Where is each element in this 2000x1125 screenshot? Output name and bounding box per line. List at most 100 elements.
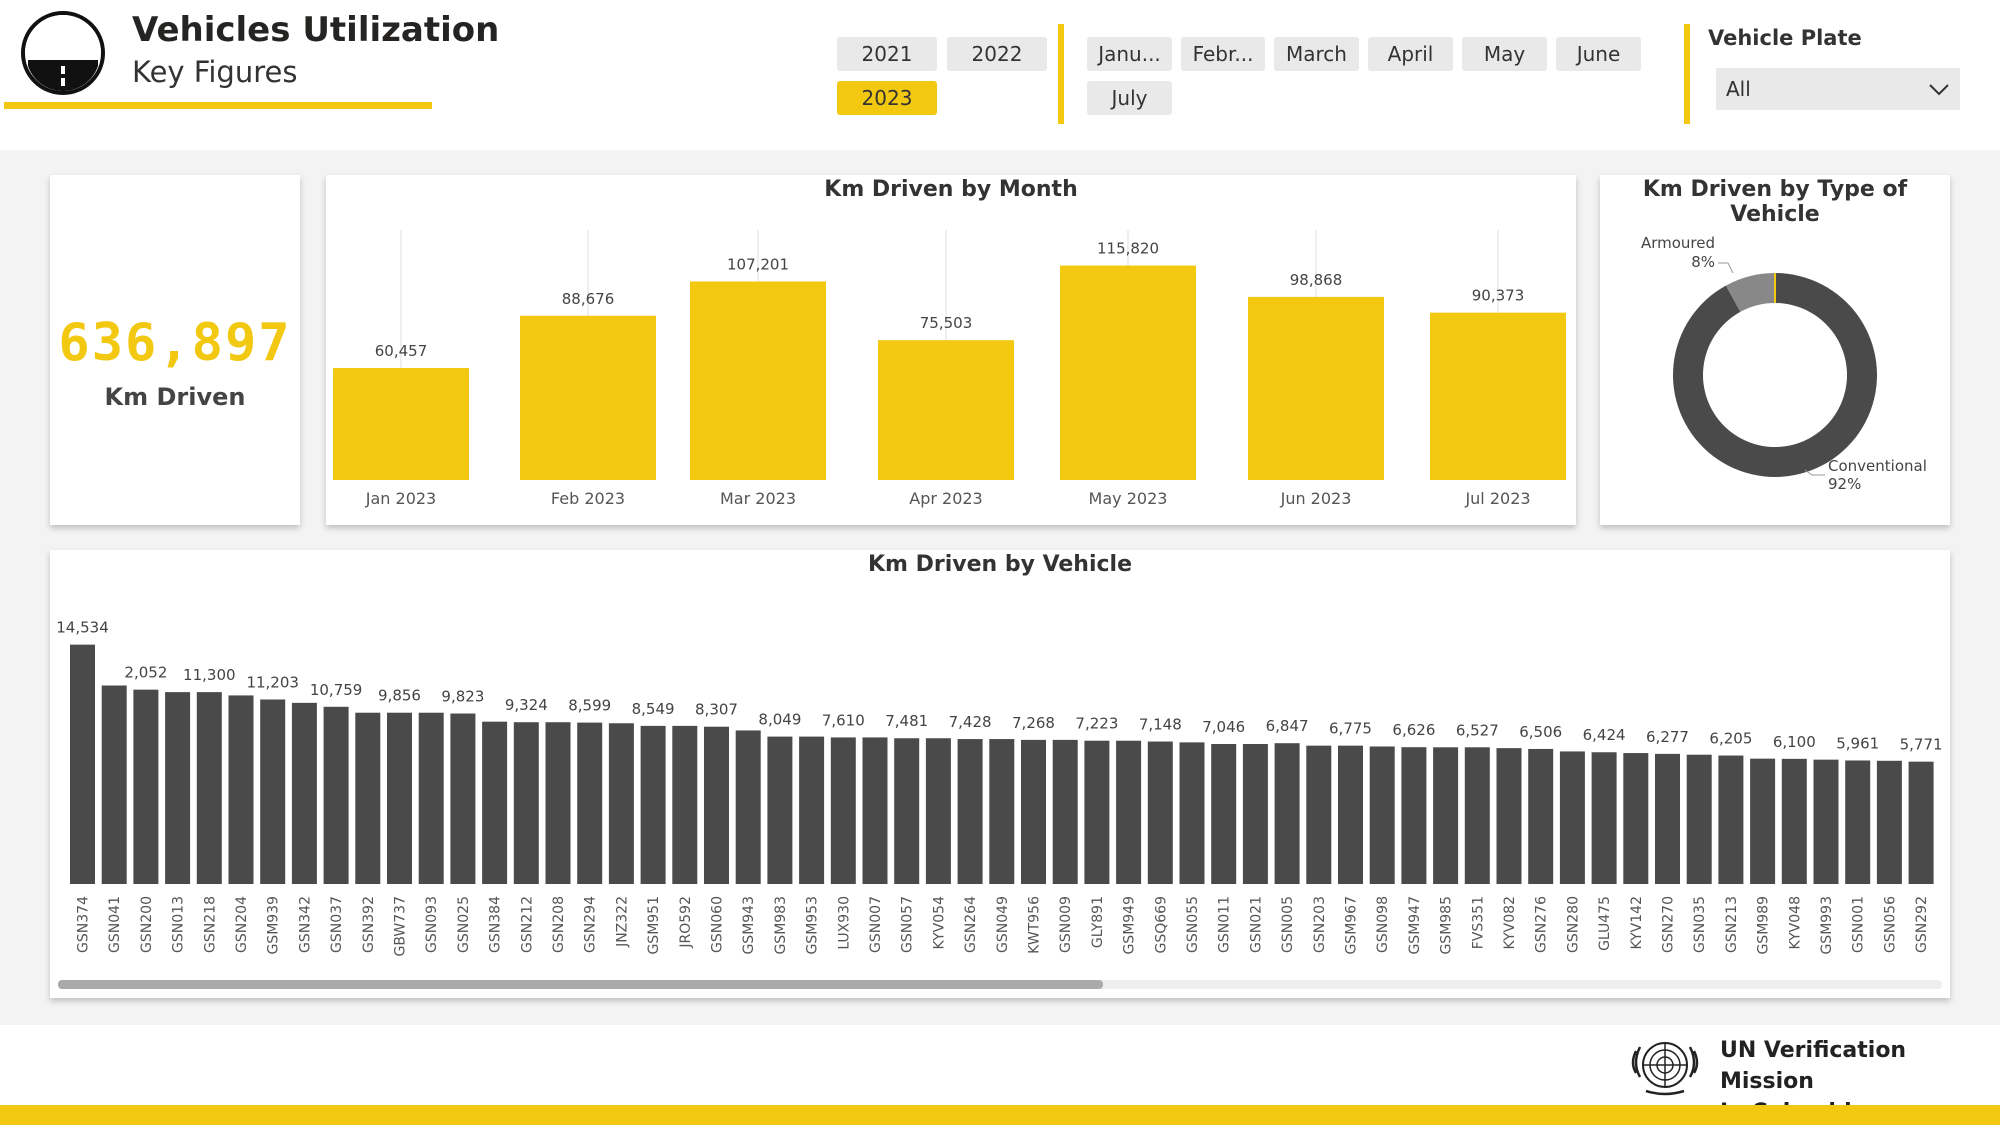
vehicle-bar <box>1306 745 1332 884</box>
vehicle-bar <box>355 712 381 884</box>
month-category-label: Jul 2023 <box>1464 489 1530 508</box>
month-bar-value-label: 107,201 <box>727 255 789 273</box>
month-bar-chart: 60,457 Jan 2023 88,676 Feb 2023 107,201 Mar 2… <box>333 230 1566 508</box>
vehicle-bar <box>418 712 444 884</box>
vehicle-chart-title: Km Driven by Vehicle <box>867 552 1133 577</box>
vehicle-bar <box>1433 747 1459 884</box>
vehicle-bar-value-label: 7,148 <box>1139 716 1182 734</box>
vehicle-bar-value-label: 7,046 <box>1202 718 1245 736</box>
vehicle-category-label: GSM953 <box>805 896 821 955</box>
vehicle-bar-value-label: 7,268 <box>1012 714 1055 732</box>
year-button-2021[interactable]: 2021 <box>837 37 937 71</box>
month-button-may[interactable]: May <box>1462 37 1547 71</box>
vehicle-bar-value-label: 14,534 <box>56 619 109 637</box>
vehicle-bar <box>1464 747 1490 884</box>
vehicle-plate-dropdown[interactable]: All <box>1716 68 1960 110</box>
vehicle-bar-value-label: 6,847 <box>1266 717 1309 735</box>
vehicle-category-label: GSN264 <box>963 896 979 953</box>
vehicle-category-label: GSM967 <box>1344 896 1360 955</box>
month-button-june[interactable]: June <box>1556 37 1641 71</box>
vehicle-category-label: GSM947 <box>1407 896 1423 955</box>
vehicle-bar-value-label: 6,506 <box>1519 723 1562 741</box>
header: Vehicles Utilization Key Figures 2021 20… <box>0 0 2000 150</box>
chevron-down-icon <box>1929 84 1949 96</box>
donut-label-name: Conventional <box>1828 457 1927 475</box>
vehicle-bar <box>1781 758 1807 884</box>
month-bar <box>690 281 826 480</box>
vehicle-category-label: GSN292 <box>1914 896 1930 953</box>
vehicle-bar <box>925 738 951 884</box>
vehicle-bar-value-label: 6,527 <box>1456 721 1499 739</box>
vehicle-bar <box>1813 759 1839 884</box>
vehicle-bar <box>704 726 729 884</box>
month-bar <box>878 340 1014 480</box>
month-button-february[interactable]: Febr... <box>1181 37 1265 71</box>
vehicle-chart-card: Km Driven by Vehicle GSN374 14,534 GSN041 G… <box>50 550 1950 998</box>
vehicle-category-label: GSN374 <box>76 896 92 953</box>
month-button-april[interactable]: April <box>1368 37 1453 71</box>
month-bar <box>1248 296 1384 480</box>
vehicle-bar <box>482 721 508 884</box>
vehicle-category-label: KYV082 <box>1502 896 1518 950</box>
month-button-january[interactable]: Janu... <box>1087 37 1172 71</box>
month-bar-value-label: 60,457 <box>375 342 428 360</box>
vehicle-bar-value-label: 6,205 <box>1709 730 1752 748</box>
vehicle-category-label: KWT956 <box>1027 896 1043 954</box>
vehicle-bar <box>1147 741 1173 884</box>
year-button-2023[interactable]: 2023 <box>837 81 937 115</box>
vehicle-bar <box>1876 760 1902 884</box>
vehicle-bar-value-label: 8,049 <box>758 711 801 729</box>
kpi-card: 636,897 Km Driven <box>50 175 300 525</box>
month-button-july[interactable]: July <box>1087 81 1172 115</box>
vehicle-bar <box>450 713 476 884</box>
vehicle-bar <box>672 725 698 884</box>
month-bar <box>1060 265 1196 480</box>
vehicle-category-label: GSM939 <box>266 896 282 955</box>
donut-slice <box>1673 273 1877 478</box>
plate-divider <box>1684 24 1690 124</box>
vehicle-bar-value-label: 5,771 <box>1900 736 1943 754</box>
slicer-divider <box>1058 24 1064 124</box>
vehicle-category-label: GSN057 <box>900 896 916 953</box>
month-category-label: Mar 2023 <box>720 489 796 508</box>
vehicle-category-label: GSN021 <box>1248 896 1264 953</box>
month-bar-value-label: 98,868 <box>1290 271 1343 289</box>
vehicle-bar-value-label: 9,856 <box>378 687 421 705</box>
horizontal-scrollbar-thumb[interactable] <box>58 980 1103 989</box>
vehicle-bar-value-label: 9,324 <box>505 696 548 714</box>
vehicle-bar <box>1369 746 1395 884</box>
vehicle-category-label: GSM993 <box>1819 896 1835 955</box>
vehicle-category-label: GSM985 <box>1439 896 1455 955</box>
month-button-march[interactable]: March <box>1274 37 1359 71</box>
vehicle-bar <box>1528 748 1554 884</box>
vehicle-bar <box>196 692 222 884</box>
year-button-2022[interactable]: 2022 <box>947 37 1047 71</box>
road-logo-icon <box>21 11 105 95</box>
vehicle-category-label: GSN035 <box>1692 896 1708 953</box>
vehicle-bar <box>1338 745 1363 884</box>
vehicle-plate-label: Vehicle Plate <box>1708 26 1862 50</box>
vehicle-category-label: GSN013 <box>171 896 187 953</box>
vehicle-bar <box>1686 754 1712 884</box>
vehicle-category-label: GSN056 <box>1882 896 1898 953</box>
vehicle-category-label: GSN218 <box>202 896 218 953</box>
donut-label-name: Armoured <box>1641 234 1715 252</box>
vehicle-category-label: GSM943 <box>741 896 757 955</box>
vehicle-category-label: GSM989 <box>1756 896 1772 955</box>
vehicle-category-label: GSN280 <box>1565 896 1581 953</box>
vehicle-category-label: FVS351 <box>1470 896 1486 949</box>
vehicle-bar-value-label: 10,759 <box>310 681 363 699</box>
vehicle-category-label: GSN001 <box>1851 896 1867 953</box>
vehicle-bar-value-label: 9,823 <box>441 688 484 706</box>
vehicle-category-label: GSN200 <box>139 896 155 953</box>
vehicle-bar-value-label: 7,428 <box>949 713 992 731</box>
un-emblem-icon <box>1631 1042 1699 1096</box>
vehicle-bar <box>1591 752 1617 884</box>
vehicle-bar <box>1021 739 1046 884</box>
vehicle-plate-value: All <box>1726 77 1751 101</box>
month-bar <box>520 315 656 480</box>
vehicle-category-label: GLY891 <box>1090 896 1106 948</box>
vehicle-category-label: GSN270 <box>1661 896 1677 953</box>
kpi-value: 636,897 <box>58 313 292 373</box>
vehicle-category-label: GSN060 <box>710 896 726 953</box>
